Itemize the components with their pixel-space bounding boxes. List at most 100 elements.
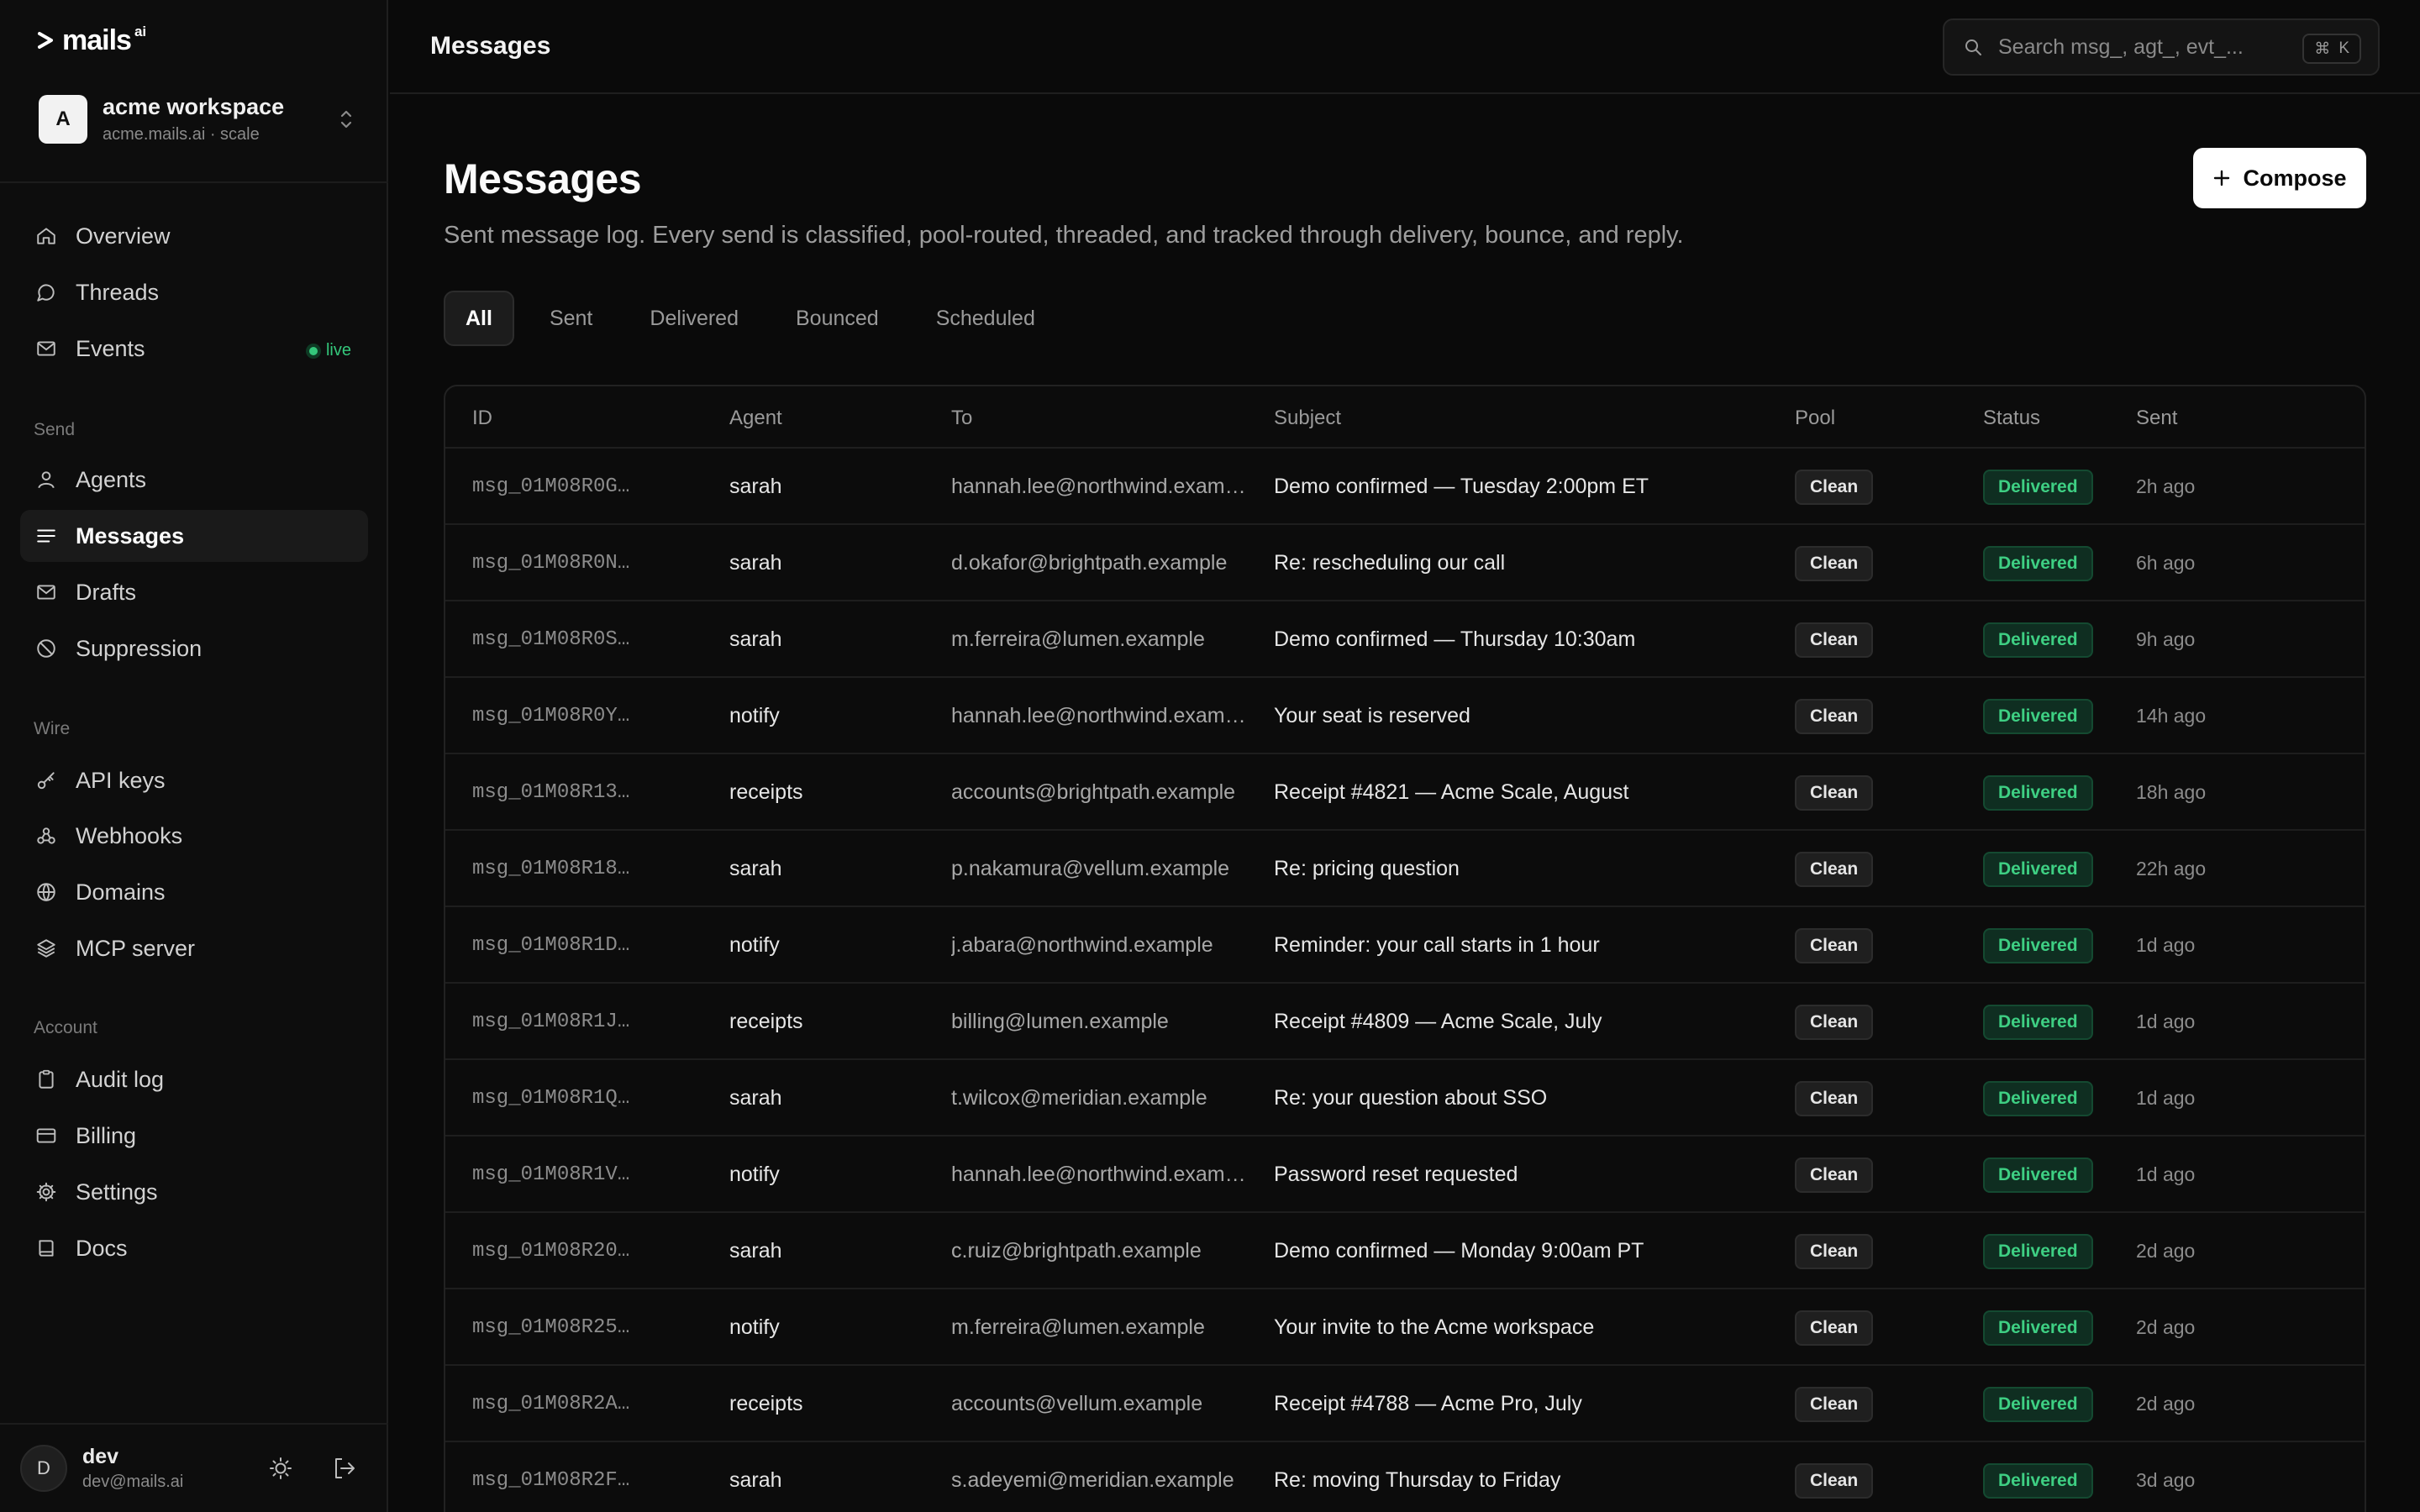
message-subject: Receipt #4809 — Acme Scale, July: [1274, 1010, 1602, 1033]
sidebar-item-label: Suppression: [76, 635, 203, 661]
sidebar-item-suppression[interactable]: Suppression: [20, 622, 368, 675]
agent-name: receipts: [729, 780, 803, 804]
table-row[interactable]: msg_01M08R0G… sarah hannah.lee@northwind.e…: [445, 449, 2365, 525]
agent-name: notify: [729, 1315, 780, 1339]
message-id: msg_01M08R0S…: [472, 628, 630, 651]
message-id: msg_01M08R18…: [472, 858, 630, 880]
credit-card-icon: [36, 1128, 56, 1143]
sent-time: 1d ago: [2136, 1087, 2196, 1109]
column-header-agent[interactable]: Agent: [729, 407, 782, 430]
search-box[interactable]: ⌘ K: [1943, 18, 2380, 76]
workspace-avatar: A: [39, 95, 87, 144]
avatar[interactable]: D: [20, 1445, 67, 1492]
globe-icon: [37, 883, 55, 902]
compose-button[interactable]: Compose: [2193, 148, 2366, 208]
sidebar-item-domains[interactable]: Domains: [20, 866, 368, 918]
table-row[interactable]: msg_01M08R20… sarah c.ruiz@brightpath.exam…: [445, 1213, 2365, 1289]
message-subject: Demo confirmed — Thursday 10:30am: [1274, 627, 1636, 651]
tab-delivered[interactable]: Delivered: [628, 291, 760, 346]
sidebar-item-label: Events: [76, 335, 145, 361]
table-row[interactable]: msg_01M08R2A… receipts accounts@vellum.exa…: [445, 1366, 2365, 1442]
nav-section-wire: Wire: [34, 719, 71, 738]
clipboard-icon: [39, 1069, 54, 1089]
message-subject: Re: rescheduling our call: [1274, 551, 1506, 575]
logout-icon[interactable]: [331, 1455, 358, 1482]
recipient-email: hannah.lee@northwind.exam…: [951, 475, 1246, 498]
sidebar-item-audit-log[interactable]: Audit log: [20, 1053, 368, 1105]
workspace-subtitle: acme.mails.ai · scale: [103, 125, 260, 144]
brand-suffix: ai: [134, 24, 147, 39]
tab-all[interactable]: All: [444, 291, 514, 346]
tab-scheduled[interactable]: Scheduled: [914, 291, 1057, 346]
pool-cell: Clean: [1795, 831, 1971, 907]
column-header-to[interactable]: To: [951, 407, 972, 430]
table-row[interactable]: msg_01M08R0Y… notify hannah.lee@northwind.…: [445, 678, 2365, 754]
brand-logo[interactable]: mails ai: [37, 24, 147, 56]
message-subject: Re: your question about SSO: [1274, 1086, 1548, 1110]
column-header-status[interactable]: Status: [1983, 407, 2040, 430]
sent-time: 2h ago: [2136, 475, 2196, 497]
sidebar-item-webhooks[interactable]: Webhooks: [20, 810, 368, 862]
table-row[interactable]: msg_01M08R2F… sarah s.adeyemi@meridian.exa…: [445, 1442, 2365, 1512]
sidebar-divider: [0, 1423, 388, 1425]
table-row[interactable]: msg_01M08R1Q… sarah t.wilcox@meridian.exam…: [445, 1060, 2365, 1137]
column-header-id[interactable]: ID: [472, 407, 492, 430]
recipient-email: accounts@vellum.example: [951, 1392, 1203, 1415]
tab-bounced[interactable]: Bounced: [774, 291, 901, 346]
status-badge: Delivered: [1983, 698, 2093, 734]
sidebar-item-threads[interactable]: Threads: [20, 266, 368, 318]
table-row[interactable]: msg_01M08R18… sarah p.nakamura@vellum.exam…: [445, 831, 2365, 907]
table-row[interactable]: msg_01M08R0S… sarah m.ferreira@lumen.examp…: [445, 601, 2365, 678]
pool-cell: Clean: [1795, 1442, 1971, 1512]
table-row[interactable]: msg_01M08R13… receipts accounts@brightpath…: [445, 754, 2365, 831]
table-row[interactable]: msg_01M08R25… notify m.ferreira@lumen.exam…: [445, 1289, 2365, 1366]
sidebar-item-api-keys[interactable]: API keys: [20, 754, 368, 806]
sidebar-item-agents[interactable]: Agents: [20, 454, 368, 506]
column-header-subject[interactable]: Subject: [1274, 407, 1341, 430]
sent-time: 18h ago: [2136, 781, 2207, 803]
sidebar-item-label: Domains: [76, 879, 166, 905]
pool-badge: Clean: [1795, 1310, 1874, 1346]
message-id: msg_01M08R25…: [472, 1316, 630, 1339]
search-input[interactable]: [1998, 34, 2317, 60]
messages-table: ID Agent To Subject Pool Status Sent msg…: [444, 385, 2366, 1512]
sidebar-item-events[interactable]: Events live: [20, 323, 368, 375]
column-header-sent[interactable]: Sent: [2136, 407, 2177, 430]
table-row[interactable]: msg_01M08R1V… notify hannah.lee@northwind.…: [445, 1137, 2365, 1213]
sidebar-item-overview[interactable]: Overview: [20, 210, 368, 262]
sidebar-item-settings[interactable]: Settings: [20, 1166, 368, 1218]
message-id: msg_01M08R1Q…: [472, 1087, 630, 1110]
message-subject: Password reset requested: [1274, 1163, 1518, 1186]
agent-name: sarah: [729, 1239, 782, 1263]
pool-badge: Clean: [1795, 1386, 1874, 1422]
tab-sent[interactable]: Sent: [528, 291, 614, 346]
status-cell: Delivered: [1983, 449, 2134, 525]
table-row[interactable]: msg_01M08R1J… receipts billing@lumen.examp…: [445, 984, 2365, 1060]
nav-section-account: Account: [34, 1018, 97, 1037]
sidebar-item-label: Billing: [76, 1122, 137, 1148]
table-row[interactable]: msg_01M08R1D… notify j.abara@northwind.exa…: [445, 907, 2365, 984]
message-id: msg_01M08R1V…: [472, 1163, 630, 1186]
user-name: dev: [82, 1445, 119, 1468]
topbar-title: Messages: [430, 32, 551, 60]
sidebar-item-messages[interactable]: Messages: [20, 510, 368, 562]
status-badge: Delivered: [1983, 469, 2093, 505]
sidebar-item-label: Overview: [76, 223, 171, 249]
sun-icon[interactable]: [267, 1455, 294, 1482]
message-subject: Your seat is reserved: [1274, 704, 1470, 727]
sidebar-item-drafts[interactable]: Drafts: [20, 566, 368, 618]
pool-cell: Clean: [1795, 1137, 1971, 1213]
table-row[interactable]: msg_01M08R0N… sarah d.okafor@brightpath.ex…: [445, 525, 2365, 601]
status-cell: Delivered: [1983, 1060, 2134, 1137]
sidebar-item-billing[interactable]: Billing: [20, 1110, 368, 1162]
column-header-pool[interactable]: Pool: [1795, 407, 1835, 430]
sidebar-item-mcp-server[interactable]: MCP server: [20, 922, 368, 974]
status-badge: Delivered: [1983, 927, 2093, 963]
sidebar-item-docs[interactable]: Docs: [20, 1222, 368, 1274]
agent-name: sarah: [729, 1086, 782, 1110]
status-badge: Delivered: [1983, 774, 2093, 811]
sent-time: 1d ago: [2136, 1011, 2196, 1032]
agent-name: notify: [729, 704, 780, 727]
sent-time: 2d ago: [2136, 1316, 2196, 1338]
workspace-switcher[interactable]: A acme workspace acme.mails.ai · scale: [39, 89, 355, 150]
